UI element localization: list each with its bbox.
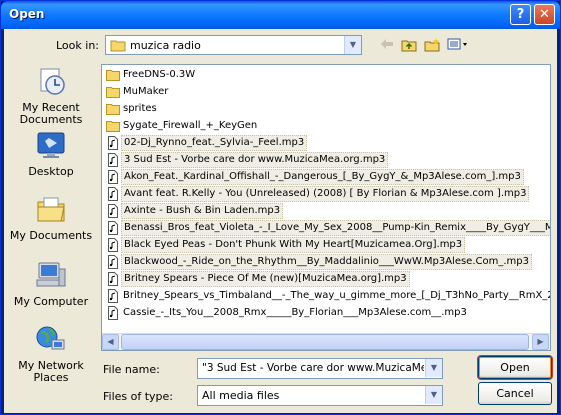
files-of-type-value: All media files: [202, 389, 280, 402]
place-label: My Documents: [9, 229, 93, 242]
file-name: Akon_Feat._Kardinal_Offishall_-_Dangerou…: [121, 169, 524, 185]
place-label: Desktop: [28, 165, 74, 178]
up-folder-icon[interactable]: [399, 38, 419, 54]
look-in-value: muzica radio: [130, 39, 201, 52]
views-menu-icon[interactable]: [446, 38, 470, 54]
file-name: MuMaker: [123, 86, 169, 97]
desktop-icon: [37, 132, 65, 158]
file-name: 02-Dj_Rynno_feat._Sylvia-_Feel.mp3: [121, 135, 308, 151]
file-name: 3 Sud Est - Vorbe care dor www.MuzicaMea…: [121, 152, 389, 168]
scroll-left-icon[interactable]: ◀: [102, 334, 119, 350]
file-name: Cassie_-_Its_You__2008_Rmx_____By_Floria…: [123, 307, 467, 318]
open-button[interactable]: Open: [478, 356, 552, 379]
media-file-icon: [108, 272, 118, 286]
chevron-down-icon[interactable]: ▼: [344, 36, 361, 54]
folder-icon: [110, 40, 126, 52]
file-name: Britney_Spears_vs_Timbaland__-_The_way_u…: [123, 290, 551, 301]
file-name: Britney Spears - Piece Of Me (new)[Muzic…: [121, 271, 410, 287]
media-file-icon: [108, 153, 118, 167]
media-file-icon: [108, 306, 118, 320]
file-name-value[interactable]: "3 Sud Est - Vorbe care dor www.MuzicaMe…: [202, 362, 424, 374]
open-dialog: Open ? ✕ Look in: muzica radio ▼ My Rece…: [0, 0, 561, 415]
folder-icon: [106, 104, 120, 115]
file-name: Blackwood_-_Ride_on_the_Rhythm__By_Madda…: [121, 254, 532, 270]
back-arrow-icon[interactable]: [377, 38, 397, 54]
file-name: Sygate_Firewall_+_KeyGen: [123, 120, 258, 131]
dialog-title: Open: [9, 7, 45, 21]
close-button[interactable]: ✕: [534, 4, 555, 25]
media-file-icon: [108, 255, 118, 269]
media-file-icon: [108, 170, 118, 184]
chevron-down-icon[interactable]: ▼: [425, 359, 442, 377]
title-bar[interactable]: Open ? ✕: [1, 1, 560, 29]
recent-documents-icon: [40, 68, 65, 95]
network-places-icon: [36, 326, 65, 350]
folder-icon: [106, 70, 120, 81]
media-file-icon: [108, 136, 118, 150]
file-list[interactable]: FreeDNS-0.3W MuMaker sprites Sygate_Firewal…: [101, 64, 551, 351]
media-file-icon: [108, 221, 118, 235]
help-button[interactable]: ?: [510, 4, 531, 25]
file-name: Benassi_Bros_feat_Violeta_-_I_Love_My_Se…: [121, 220, 550, 236]
chevron-down-icon[interactable]: ▼: [425, 386, 442, 404]
look-in-label: Look in:: [56, 39, 99, 52]
place-label: My Computer: [13, 295, 89, 308]
scrollbar-thumb[interactable]: [121, 334, 529, 350]
folder-icon: [106, 121, 120, 132]
file-name: FreeDNS-0.3W: [123, 69, 196, 80]
cancel-button[interactable]: Cancel: [478, 382, 552, 405]
places-bar: My RecentDocuments Desktop My Documents: [6, 63, 96, 384]
place-my-network-places[interactable]: My Network Places: [6, 323, 96, 384]
file-name: Avant feat. R.Kelly - You (Unreleased) (…: [121, 186, 530, 202]
place-my-documents[interactable]: My Documents: [6, 193, 96, 242]
media-file-icon: [108, 289, 118, 303]
my-documents-icon: [37, 197, 65, 222]
dialog-body: Look in: muzica radio ▼ My Recent Docume…: [4, 29, 557, 413]
place-label: My Network Places: [18, 359, 84, 384]
place-my-computer[interactable]: My Computer: [6, 259, 96, 308]
place-my-recent-documents[interactable]: My Recent Documents: [6, 65, 96, 126]
place-desktop[interactable]: Desktop: [6, 129, 96, 178]
horizontal-scrollbar[interactable]: ◀ ▶: [102, 333, 550, 350]
media-file-icon: [108, 187, 118, 201]
file-name-field[interactable]: "3 Sud Est - Vorbe care dor www.MuzicaMe…: [197, 358, 443, 379]
media-file-icon: [108, 204, 118, 218]
files-of-type-select[interactable]: All media files ▼: [197, 385, 443, 406]
place-label: My Recent Documents: [19, 101, 83, 126]
scroll-right-icon[interactable]: ▶: [532, 334, 549, 350]
file-name: Axinte - Bush & Bin Laden.mp3: [121, 203, 284, 219]
my-computer-icon: [36, 262, 66, 287]
file-name-label: File name:: [103, 363, 160, 376]
files-of-type-label: Files of type:: [103, 390, 174, 403]
new-folder-icon[interactable]: [422, 38, 442, 54]
file-name: Black Eyed Peas - Don't Phunk With My He…: [121, 237, 466, 253]
file-name: sprites: [123, 103, 157, 114]
look-in-combo[interactable]: muzica radio ▼: [105, 35, 362, 55]
media-file-icon: [108, 238, 118, 252]
folder-icon: [106, 87, 120, 98]
